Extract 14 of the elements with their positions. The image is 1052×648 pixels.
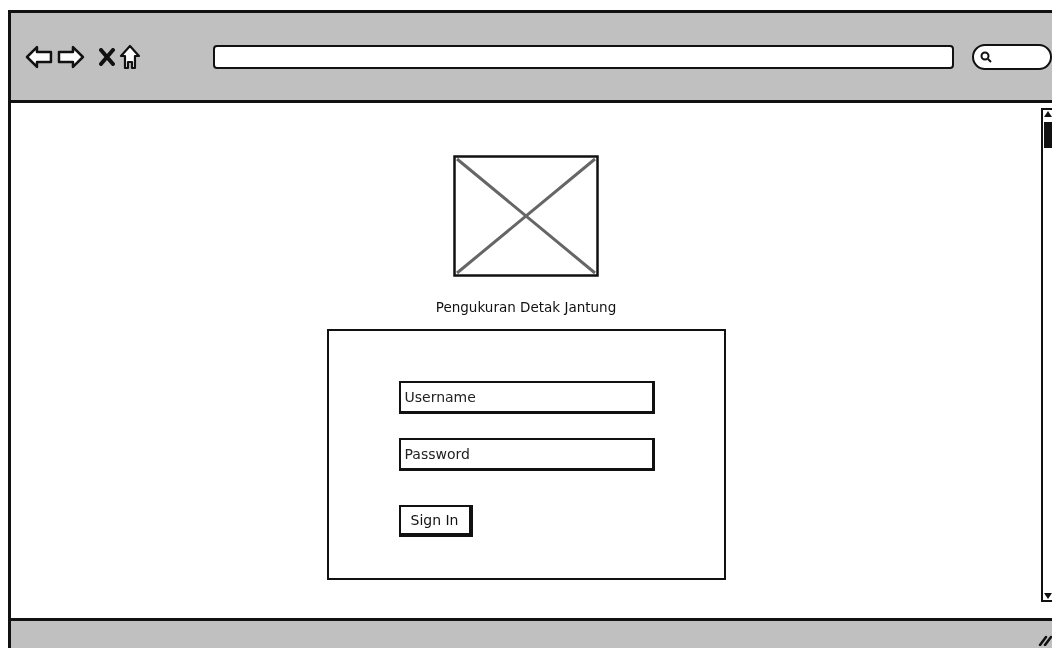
scroll-down-arrow-icon[interactable]: [1043, 592, 1052, 600]
home-icon[interactable]: [118, 43, 141, 70]
search-field[interactable]: [972, 43, 1052, 70]
forward-arrow-icon[interactable]: [56, 43, 85, 70]
back-arrow-icon[interactable]: [25, 43, 53, 70]
password-field[interactable]: Password: [398, 438, 655, 471]
search-icon: [980, 50, 993, 63]
username-field[interactable]: Username: [398, 381, 655, 414]
scroll-up-arrow-icon[interactable]: [1043, 110, 1052, 118]
address-bar[interactable]: [212, 44, 955, 69]
page-title: Pengukuran Detak Jantung: [435, 299, 617, 315]
close-icon[interactable]: [98, 47, 115, 66]
scrollbar-thumb[interactable]: [1044, 122, 1052, 148]
sign-in-button[interactable]: Sign In: [398, 505, 473, 537]
